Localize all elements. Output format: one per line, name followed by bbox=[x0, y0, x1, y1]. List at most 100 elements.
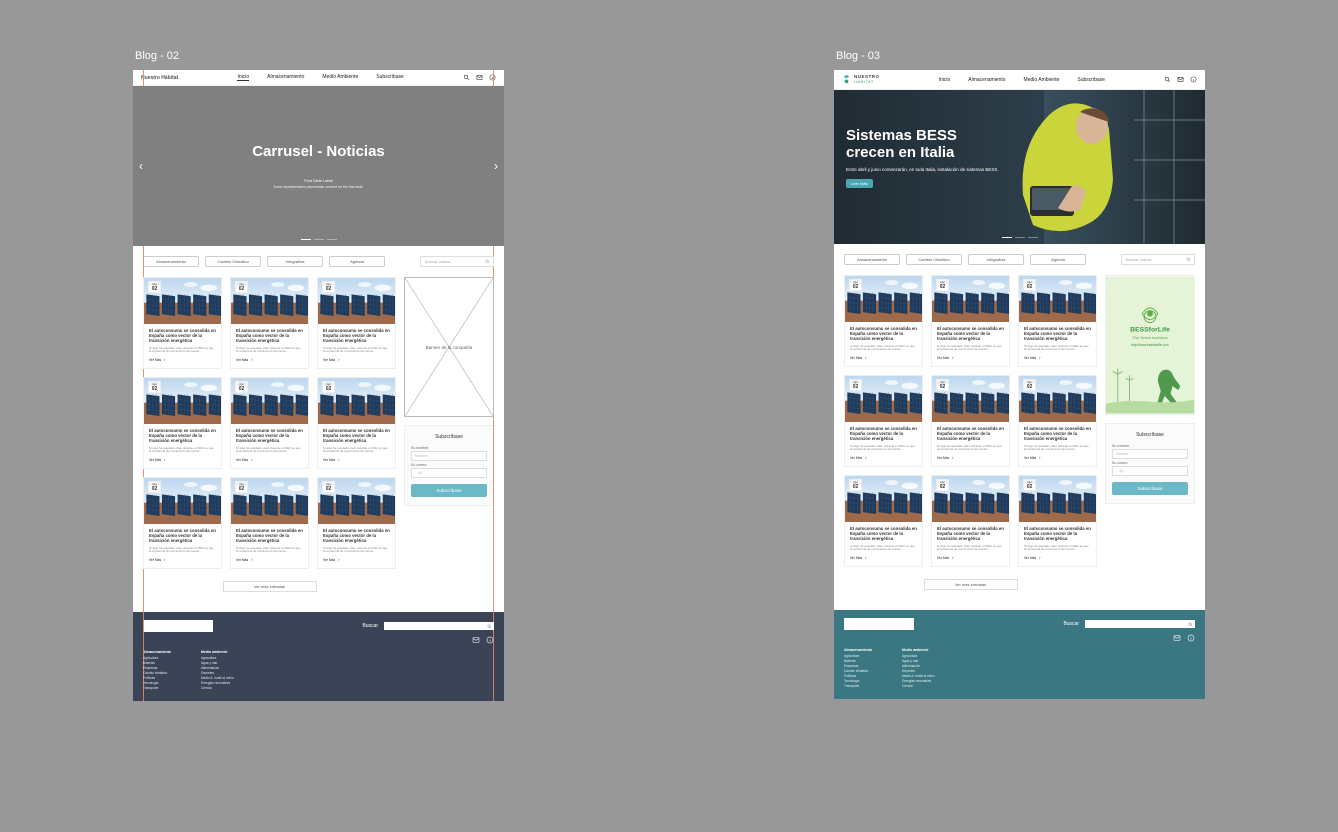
article-card[interactable]: Ago02 bbox=[143, 377, 222, 469]
nav-almacenamiento[interactable]: Almacenamiento bbox=[968, 77, 1005, 83]
article-card[interactable]: Ago02 bbox=[844, 475, 923, 567]
read-more-link[interactable]: Ver Más bbox=[149, 358, 216, 362]
footer-link[interactable]: Deportes bbox=[902, 669, 936, 673]
filter-agenda[interactable]: Agenda bbox=[1030, 254, 1086, 265]
footer-link[interactable]: Agricultura bbox=[201, 656, 235, 660]
footer-link[interactable]: Medio A. hostil al vehíc. bbox=[201, 676, 235, 680]
read-more-link[interactable]: Ver Más bbox=[850, 456, 917, 460]
brand-logo[interactable]: NUESTROHÁBITAT bbox=[842, 74, 880, 85]
subscribe-button[interactable]: Subscríbase bbox=[1112, 482, 1188, 495]
article-card[interactable]: Ago02 bbox=[143, 477, 222, 569]
article-card[interactable]: Ago02 bbox=[1018, 475, 1097, 567]
filter-cambio-climatico[interactable]: Cambio Climático bbox=[906, 254, 962, 265]
footer-link[interactable]: Energías renovables bbox=[201, 681, 235, 685]
mail-icon[interactable] bbox=[1173, 634, 1181, 642]
article-card[interactable]: Ago02 bbox=[844, 375, 923, 467]
subscribe-name-input[interactable]: Nombre bbox=[1112, 449, 1188, 459]
read-more-link[interactable]: Ver Más bbox=[1024, 556, 1091, 560]
nav-medio-ambiente[interactable]: Medio Ambiente bbox=[322, 74, 358, 81]
read-more-link[interactable]: Ver Más bbox=[1024, 456, 1091, 460]
footer-link[interactable]: Agua y mar bbox=[201, 661, 235, 665]
carousel-indicators[interactable] bbox=[301, 239, 337, 240]
article-card[interactable]: Ago02 bbox=[1018, 275, 1097, 367]
carousel-prev-icon[interactable]: ‹ bbox=[139, 159, 143, 173]
filter-infografias[interactable]: Infografías bbox=[267, 256, 323, 267]
mail-icon[interactable] bbox=[1177, 76, 1184, 83]
nav-almacenamiento[interactable]: Almacenamiento bbox=[267, 74, 304, 81]
nav-subscribase[interactable]: Subscribase bbox=[1077, 77, 1105, 83]
article-card[interactable]: Ago02 bbox=[844, 275, 923, 367]
read-more-link[interactable]: Ver Más bbox=[1024, 356, 1091, 360]
info-icon[interactable] bbox=[486, 636, 494, 644]
read-more-link[interactable]: Ver Más bbox=[323, 358, 390, 362]
read-more-link[interactable]: Ver Más bbox=[937, 356, 1004, 360]
filter-almacenamiento[interactable]: Almacenamiento bbox=[143, 256, 199, 267]
article-card[interactable]: Ago02 bbox=[317, 277, 396, 369]
filter-infografias[interactable]: Infografías bbox=[968, 254, 1024, 265]
footer-link[interactable]: Deportes bbox=[201, 671, 235, 675]
footer-link[interactable]: Ciencia bbox=[201, 686, 235, 690]
footer-link[interactable]: Políticas bbox=[143, 676, 171, 680]
footer-link[interactable]: Tecnología bbox=[143, 681, 171, 685]
article-card[interactable]: Ago02 bbox=[230, 477, 309, 569]
read-more-link[interactable]: Ver Más bbox=[937, 556, 1004, 560]
read-more-link[interactable]: Ver Más bbox=[236, 458, 303, 462]
mail-icon[interactable] bbox=[476, 74, 483, 81]
footer-link[interactable]: Alimentación bbox=[201, 666, 235, 670]
brand-text[interactable]: Nuestro Hábitat bbox=[141, 75, 178, 81]
footer-link[interactable]: Cambio climático bbox=[844, 669, 872, 673]
article-card[interactable]: Ago02 bbox=[230, 377, 309, 469]
footer-link[interactable]: Transporte bbox=[143, 686, 171, 690]
article-card[interactable]: Ago02 bbox=[931, 375, 1010, 467]
article-card[interactable]: Ago02 bbox=[143, 277, 222, 369]
read-more-link[interactable]: Ver Más bbox=[149, 458, 216, 462]
footer-link[interactable]: Energías renovables bbox=[902, 679, 936, 683]
footer-link[interactable]: Ciencia bbox=[902, 684, 936, 688]
company-banner-ad[interactable]: BESSforLife The Green evolution http://w… bbox=[1105, 275, 1195, 415]
footer-link[interactable]: Agricultura bbox=[844, 654, 872, 658]
carousel-indicators[interactable] bbox=[1002, 237, 1038, 238]
load-more-button[interactable]: Ver más entradas bbox=[223, 581, 317, 592]
filter-search-input[interactable]: Buscar noticia bbox=[1121, 254, 1195, 265]
read-more-link[interactable]: Ver Más bbox=[937, 456, 1004, 460]
nav-medio-ambiente[interactable]: Medio Ambiente bbox=[1024, 77, 1060, 83]
carousel-next-icon[interactable]: › bbox=[494, 159, 498, 173]
subscribe-name-input[interactable]: Nombre bbox=[411, 451, 487, 461]
footer-link[interactable]: Cambio climático bbox=[143, 671, 171, 675]
article-card[interactable]: Ago02 bbox=[317, 477, 396, 569]
nav-inicio[interactable]: Inicio bbox=[939, 77, 951, 83]
subscribe-mail-input[interactable]: …@… bbox=[1112, 466, 1188, 476]
info-icon[interactable] bbox=[1187, 634, 1195, 642]
footer-link[interactable]: Agricultura bbox=[902, 654, 936, 658]
filter-cambio-climatico[interactable]: Cambio Climático bbox=[205, 256, 261, 267]
footer-link[interactable]: Tecnología bbox=[844, 679, 872, 683]
load-more-button[interactable]: Ver más entradas bbox=[924, 579, 1018, 590]
article-card[interactable]: Ago02 bbox=[230, 277, 309, 369]
article-card[interactable]: Ago02 bbox=[1018, 375, 1097, 467]
subscribe-button[interactable]: Subscríbase bbox=[411, 484, 487, 497]
footer-link[interactable]: Baterías bbox=[844, 659, 872, 663]
search-icon[interactable] bbox=[463, 74, 470, 81]
subscribe-mail-input[interactable]: …@… bbox=[411, 468, 487, 478]
footer-link[interactable]: Empresas bbox=[143, 666, 171, 670]
nav-inicio[interactable]: Inicio bbox=[237, 74, 249, 81]
read-more-link[interactable]: Ver Más bbox=[850, 356, 917, 360]
read-more-link[interactable]: Ver Más bbox=[850, 556, 917, 560]
footer-link[interactable]: Transporte bbox=[844, 684, 872, 688]
footer-link[interactable]: Agua y mar bbox=[902, 659, 936, 663]
footer-link[interactable]: Agricultura bbox=[143, 656, 171, 660]
footer-search-input[interactable] bbox=[1085, 620, 1195, 628]
footer-link[interactable]: Políticas bbox=[844, 674, 872, 678]
footer-link[interactable]: Medio A. hostil al vehíc. bbox=[902, 674, 936, 678]
filter-agenda[interactable]: Agenda bbox=[329, 256, 385, 267]
filter-search-input[interactable]: Buscar noticia bbox=[420, 256, 494, 267]
article-card[interactable]: Ago02 bbox=[931, 275, 1010, 367]
footer-link[interactable]: Empresas bbox=[844, 664, 872, 668]
nav-subscribase[interactable]: Subscribase bbox=[376, 74, 404, 81]
hero-cta-button[interactable]: Leer Más bbox=[846, 179, 873, 188]
read-more-link[interactable]: Ver Más bbox=[149, 558, 216, 562]
search-icon[interactable] bbox=[1164, 76, 1171, 83]
article-card[interactable]: Ago02 bbox=[317, 377, 396, 469]
footer-link[interactable]: Baterías bbox=[143, 661, 171, 665]
mail-icon[interactable] bbox=[472, 636, 480, 644]
